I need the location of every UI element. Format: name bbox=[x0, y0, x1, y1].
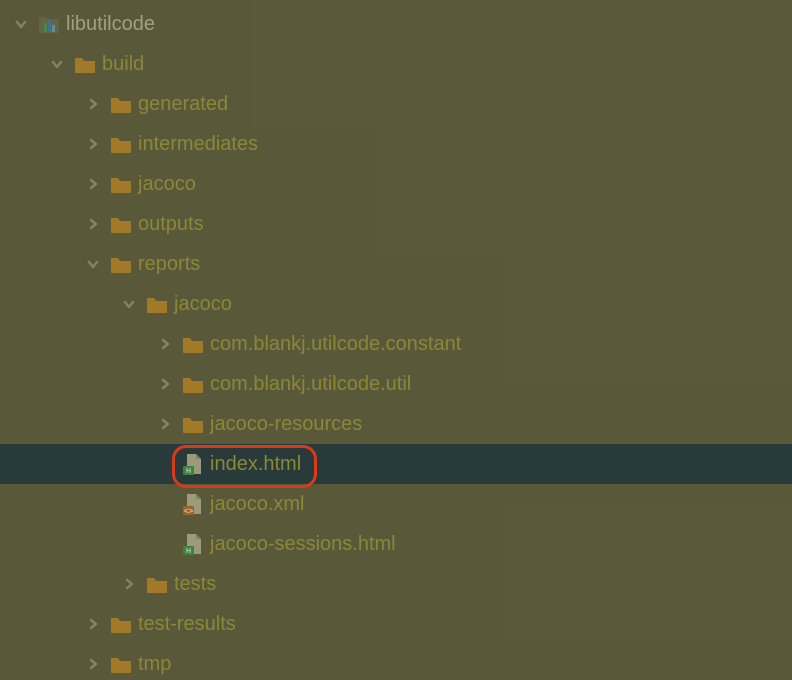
tree-folder-row[interactable]: build bbox=[0, 44, 792, 84]
tree-folder-row[interactable]: outputs bbox=[0, 204, 792, 244]
chevron-right-icon[interactable] bbox=[120, 575, 138, 593]
tree-item-label: index.html bbox=[210, 453, 301, 476]
chevron-down-icon[interactable] bbox=[12, 15, 30, 33]
tree-file-row[interactable]: Hjacoco-sessions.html bbox=[0, 524, 792, 564]
tree-item-label: tmp bbox=[138, 653, 171, 676]
tree-folder-row[interactable]: test-results bbox=[0, 604, 792, 644]
tree-item-label: intermediates bbox=[138, 133, 258, 156]
chevron-right-icon[interactable] bbox=[84, 615, 102, 633]
chevron-down-icon[interactable] bbox=[120, 295, 138, 313]
folder-icon bbox=[110, 253, 132, 275]
tree-folder-row[interactable]: jacoco bbox=[0, 164, 792, 204]
tree-item-label: libutilcode bbox=[66, 13, 155, 36]
tree-file-row[interactable]: <> jacoco.xml bbox=[0, 484, 792, 524]
tree-folder-row[interactable]: tmp bbox=[0, 644, 792, 680]
module-icon bbox=[38, 13, 60, 35]
tree-folder-row[interactable]: tests bbox=[0, 564, 792, 604]
tree-folder-row[interactable]: jacoco-resources bbox=[0, 404, 792, 444]
chevron-right-icon[interactable] bbox=[156, 375, 174, 393]
tree-item-label: jacoco bbox=[138, 173, 196, 196]
tree-item-label: reports bbox=[138, 253, 200, 276]
tree-item-label: com.blankj.utilcode.constant bbox=[210, 333, 461, 356]
folder-icon bbox=[110, 213, 132, 235]
chevron-right-icon[interactable] bbox=[156, 335, 174, 353]
chevron-right-icon[interactable] bbox=[156, 415, 174, 433]
folder-icon bbox=[182, 413, 204, 435]
folder-icon bbox=[110, 173, 132, 195]
tree-item-label: jacoco.xml bbox=[210, 493, 304, 516]
chevron-down-icon[interactable] bbox=[48, 55, 66, 73]
chevron-right-icon[interactable] bbox=[84, 95, 102, 113]
file-tree: libutilcode build generated intermediates ja… bbox=[0, 0, 792, 680]
svg-text:<>: <> bbox=[184, 507, 194, 516]
tree-folder-row[interactable]: intermediates bbox=[0, 124, 792, 164]
tree-folder-row[interactable]: libutilcode bbox=[0, 4, 792, 44]
html-file-icon: H bbox=[182, 453, 204, 475]
tree-folder-row[interactable]: com.blankj.utilcode.constant bbox=[0, 324, 792, 364]
folder-icon bbox=[74, 53, 96, 75]
chevron-right-icon[interactable] bbox=[84, 655, 102, 673]
folder-icon bbox=[110, 653, 132, 675]
tree-item-label: tests bbox=[174, 573, 216, 596]
chevron-right-icon[interactable] bbox=[84, 135, 102, 153]
tree-folder-row[interactable]: generated bbox=[0, 84, 792, 124]
tree-item-label: jacoco-sessions.html bbox=[210, 533, 396, 556]
tree-item-label: jacoco-resources bbox=[210, 413, 362, 436]
folder-icon bbox=[110, 93, 132, 115]
folder-icon bbox=[182, 373, 204, 395]
folder-icon bbox=[146, 573, 168, 595]
chevron-down-icon[interactable] bbox=[84, 255, 102, 273]
tree-item-label: generated bbox=[138, 93, 228, 116]
tree-folder-row[interactable]: com.blankj.utilcode.util bbox=[0, 364, 792, 404]
tree-file-row[interactable]: Hindex.html bbox=[0, 444, 792, 484]
xml-file-icon: <> bbox=[182, 493, 204, 515]
folder-icon bbox=[146, 293, 168, 315]
folder-icon bbox=[110, 133, 132, 155]
svg-text:H: H bbox=[186, 548, 191, 555]
tree-item-label: build bbox=[102, 53, 144, 76]
tree-item-label: test-results bbox=[138, 613, 236, 636]
tree-item-label: jacoco bbox=[174, 293, 232, 316]
tree-item-label: com.blankj.utilcode.util bbox=[210, 373, 411, 396]
tree-folder-row[interactable]: reports bbox=[0, 244, 792, 284]
chevron-right-icon[interactable] bbox=[84, 175, 102, 193]
tree-item-label: outputs bbox=[138, 213, 204, 236]
folder-icon bbox=[110, 613, 132, 635]
html-file-icon: H bbox=[182, 533, 204, 555]
svg-text:H: H bbox=[186, 468, 191, 475]
tree-folder-row[interactable]: jacoco bbox=[0, 284, 792, 324]
chevron-right-icon[interactable] bbox=[84, 215, 102, 233]
folder-icon bbox=[182, 333, 204, 355]
